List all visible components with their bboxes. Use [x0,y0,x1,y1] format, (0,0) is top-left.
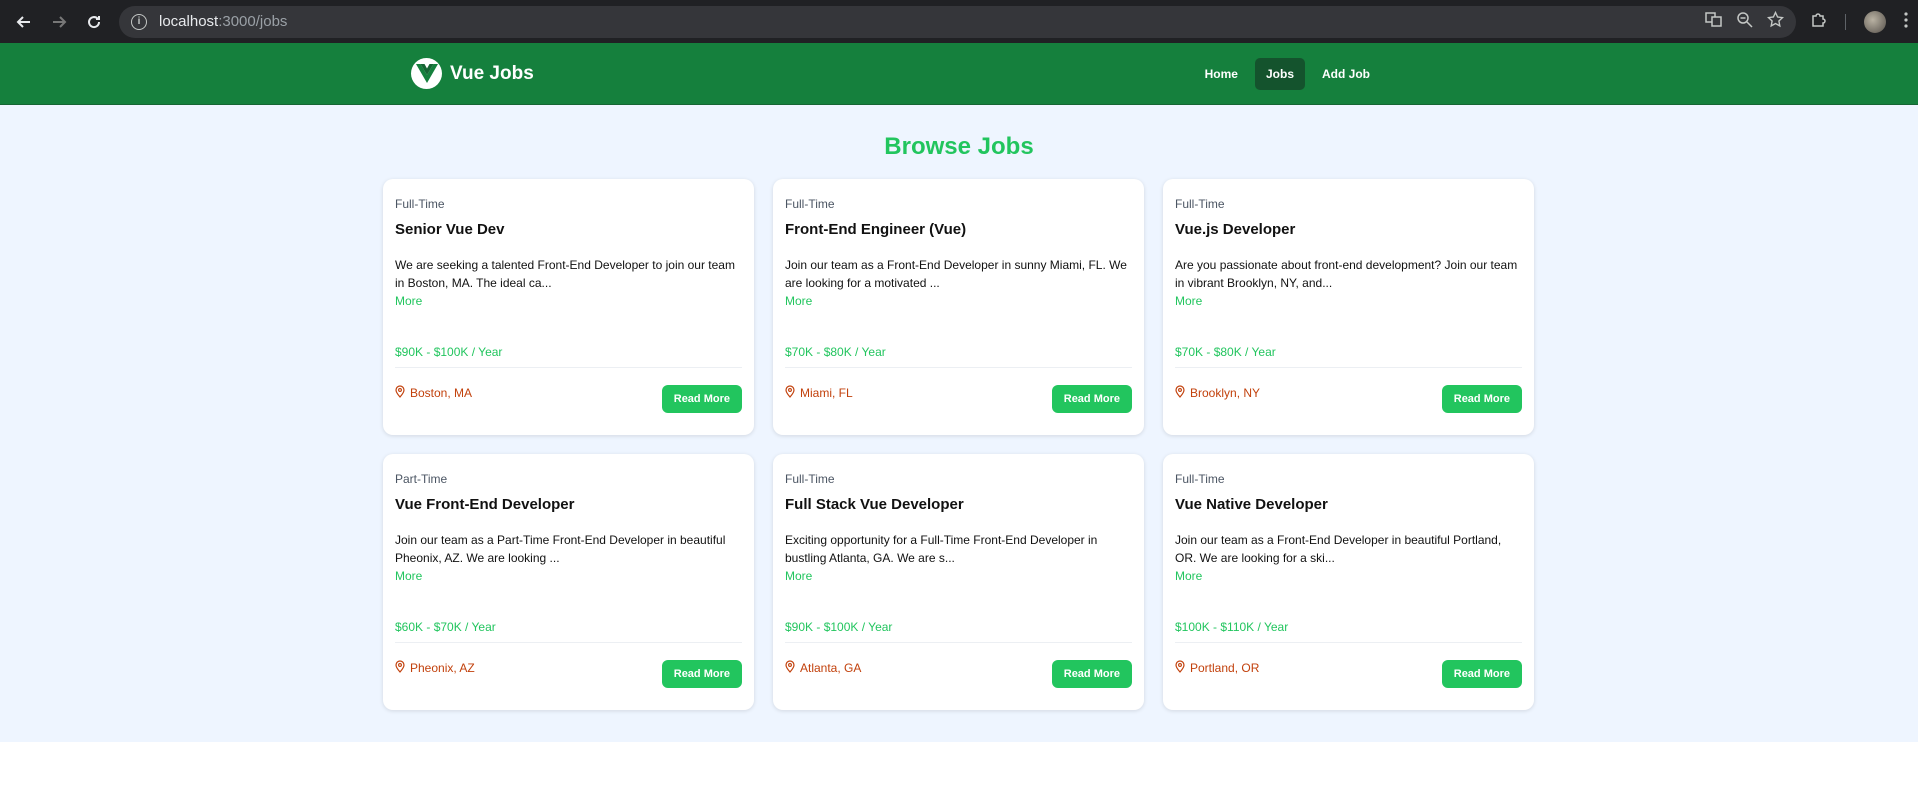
more-link[interactable]: More [395,569,422,583]
job-title: Senior Vue Dev [395,221,505,238]
job-type: Full-Time [1175,197,1225,211]
nav-link-add-job[interactable]: Add Job [1311,58,1381,90]
toolbar-separator [1845,13,1846,30]
translate-icon[interactable] [1705,11,1722,32]
map-pin-icon [785,660,795,676]
card-divider [1175,642,1522,643]
card-divider [395,642,742,643]
jobs-section: Browse Jobs Full-Time Senior Vue Dev We … [0,105,1918,742]
job-location-text: Pheonix, AZ [410,661,475,675]
job-description: Are you passionate about front-end devel… [1175,258,1518,290]
extensions-icon[interactable] [1810,11,1827,32]
map-pin-icon [1175,385,1185,401]
job-title: Vue.js Developer [1175,221,1296,238]
job-location: Brooklyn, NY [1175,385,1260,401]
read-more-button[interactable]: Read More [1051,660,1132,688]
read-more-button[interactable]: Read More [1441,660,1522,688]
brand-name: Vue Jobs [450,62,534,84]
job-card: Full-Time Front-End Engineer (Vue) Join … [773,179,1144,435]
profile-avatar[interactable] [1864,10,1886,33]
map-pin-icon [1175,660,1185,676]
job-salary: $70K - $80K / Year [785,345,886,359]
map-pin-icon [395,660,405,676]
read-more-button[interactable]: Read More [661,385,742,413]
card-divider [785,642,1132,643]
more-link[interactable]: More [785,294,812,308]
job-location: Boston, MA [395,385,472,401]
card-divider [785,367,1132,368]
job-description: Join our team as a Front-End Developer i… [1175,533,1502,565]
job-type: Full-Time [395,197,445,211]
url-path: :3000/jobs [218,13,288,30]
job-salary: $90K - $100K / Year [785,620,893,634]
job-listings-grid: Full-Time Senior Vue Dev We are seeking … [383,179,1535,710]
forward-arrow-icon[interactable] [45,8,73,36]
job-location: Portland, OR [1175,660,1259,676]
job-type: Part-Time [395,472,448,486]
job-type: Full-Time [1175,472,1225,486]
more-link[interactable]: More [785,569,812,583]
job-description: Join our team as a Part-Time Front-End D… [395,533,726,565]
page-title: Browse Jobs [884,133,1034,160]
job-title: Front-End Engineer (Vue) [785,221,967,238]
job-type: Full-Time [785,472,835,486]
job-card: Full-Time Full Stack Vue Developer Excit… [773,454,1144,710]
job-location: Atlanta, GA [785,660,861,676]
job-salary: $60K - $70K / Year [395,620,496,634]
job-salary: $90K - $100K / Year [395,345,503,359]
nav-links: Home Jobs Add Job [1194,57,1381,90]
job-card: Full-Time Senior Vue Dev We are seeking … [383,179,754,435]
url-host: localhost [159,13,219,30]
job-location-text: Atlanta, GA [800,661,862,675]
job-location-text: Miami, FL [800,386,853,400]
app-navbar: Vue Jobs Home Jobs Add Job [0,43,1918,105]
nav-link-jobs[interactable]: Jobs [1254,57,1305,90]
map-pin-icon [395,385,405,401]
map-pin-icon [785,385,795,401]
reload-icon[interactable] [80,8,108,36]
vue-logo-icon [411,58,442,89]
read-more-button[interactable]: Read More [1441,385,1522,413]
job-salary: $100K - $110K / Year [1175,620,1289,634]
job-location-text: Portland, OR [1190,661,1260,675]
job-title: Vue Front-End Developer [395,496,575,513]
job-description: Exciting opportunity for a Full-Time Fro… [785,533,1098,565]
job-title: Vue Native Developer [1175,496,1328,513]
browser-toolbar: i localhost:3000/jobs [0,0,1918,43]
job-card: Part-Time Vue Front-End Developer Join o… [383,454,754,710]
brand-link[interactable]: Vue Jobs [411,58,534,89]
read-more-button[interactable]: Read More [1051,385,1132,413]
menu-kebab-icon[interactable] [1904,11,1908,32]
more-link[interactable]: More [1175,569,1202,583]
job-title: Full Stack Vue Developer [785,496,964,513]
card-divider [1175,367,1522,368]
more-link[interactable]: More [1175,294,1202,308]
job-location-text: Brooklyn, NY [1190,386,1261,400]
read-more-button[interactable]: Read More [661,660,742,688]
job-description: Join our team as a Front-End Developer i… [785,258,1127,290]
job-location: Miami, FL [785,385,853,401]
back-arrow-icon[interactable] [10,8,38,36]
site-info-icon[interactable]: i [131,13,147,30]
zoom-icon[interactable] [1736,11,1753,32]
card-divider [395,367,742,368]
job-salary: $70K - $80K / Year [1175,345,1276,359]
job-card: Full-Time Vue Native Developer Join our … [1163,454,1534,710]
job-type: Full-Time [785,197,835,211]
job-description: We are seeking a talented Front-End Deve… [395,258,735,290]
more-link[interactable]: More [395,294,422,308]
job-card: Full-Time Vue.js Developer Are you passi… [1163,179,1534,435]
job-location-text: Boston, MA [410,386,473,400]
address-bar[interactable]: i localhost:3000/jobs [119,5,1796,38]
bookmark-star-icon[interactable] [1766,10,1785,32]
nav-link-home[interactable]: Home [1194,58,1249,90]
job-location: Pheonix, AZ [395,660,475,676]
